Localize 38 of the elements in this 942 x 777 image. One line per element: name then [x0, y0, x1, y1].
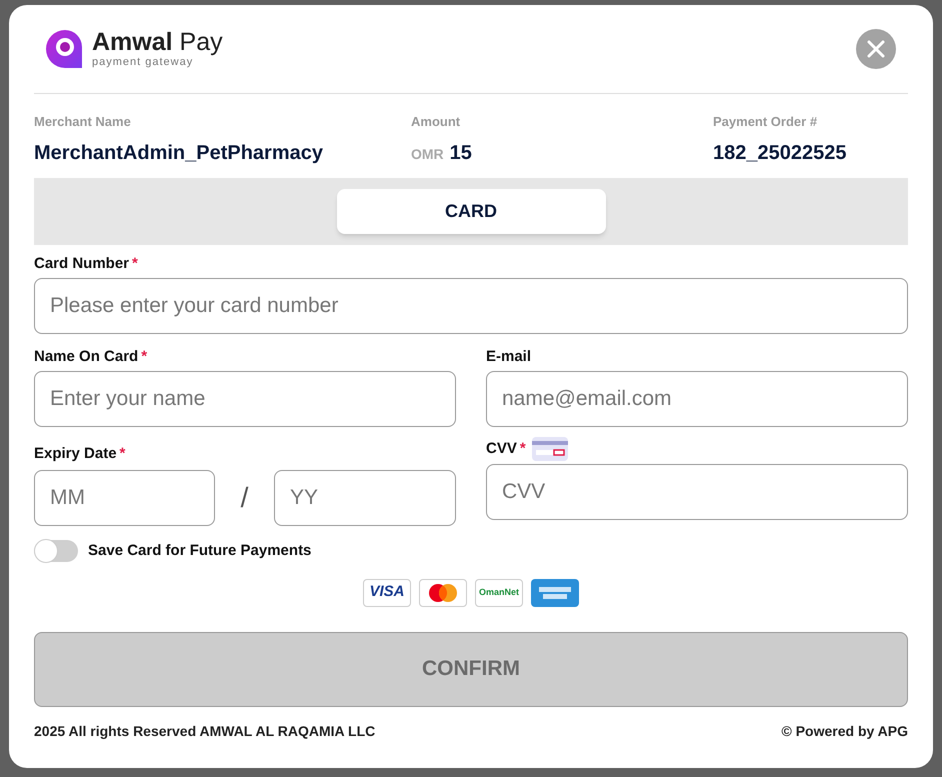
save-card-toggle[interactable]: [34, 540, 78, 562]
field-label: CVV: [486, 438, 517, 459]
brand-tagline: payment gateway: [92, 57, 194, 68]
mastercard-logo: [419, 578, 467, 606]
field-label: E-mail: [486, 346, 532, 367]
save-card-label: Save Card for Future Payments: [88, 541, 312, 561]
required-mark: *: [120, 444, 126, 464]
omannet-logo: OmanNet: [475, 578, 523, 606]
summary-value: MerchantAdmin_PetPharmacy: [34, 140, 323, 166]
month-field[interactable]: MM: [34, 470, 215, 526]
field-label: Card Number: [34, 254, 130, 274]
visa-logo: VISA: [363, 578, 411, 606]
field-label: Expiry Date: [34, 444, 117, 464]
field-label: Name On Card: [34, 346, 138, 367]
close-icon: [867, 40, 885, 58]
email-field[interactable]: name@email.com: [486, 371, 908, 427]
card-icon: [532, 437, 568, 461]
summary-value: 15: [450, 140, 472, 166]
required-mark: *: [132, 254, 138, 274]
name-field[interactable]: Enter your name: [34, 371, 456, 427]
required-mark: *: [141, 346, 148, 367]
summary-label: Merchant Name: [34, 113, 132, 131]
date-separator: /: [240, 481, 250, 515]
copyright-text: 2025 All rights Reserved AMWAL AL RAQAMIA LLC: [34, 722, 376, 741]
close-button[interactable]: [856, 29, 896, 69]
summary-label: Payment Order #: [713, 113, 818, 131]
card-number-field[interactable]: Please enter your card number: [34, 278, 908, 334]
payment-tab[interactable]: CARD: [336, 189, 606, 234]
powered-by-text: © Powered by APG: [782, 722, 908, 741]
year-field[interactable]: YY: [274, 470, 456, 526]
brand-name: Amwal Pay: [92, 30, 223, 55]
summary-value: 182_25022525: [713, 140, 846, 166]
summary-label: Amount: [411, 113, 462, 131]
required-mark: *: [520, 438, 526, 459]
amex-logo: [531, 578, 579, 606]
cvv-field[interactable]: CVV: [486, 464, 908, 520]
logo-icon: [46, 28, 84, 70]
currency-code: OMR: [411, 144, 444, 164]
